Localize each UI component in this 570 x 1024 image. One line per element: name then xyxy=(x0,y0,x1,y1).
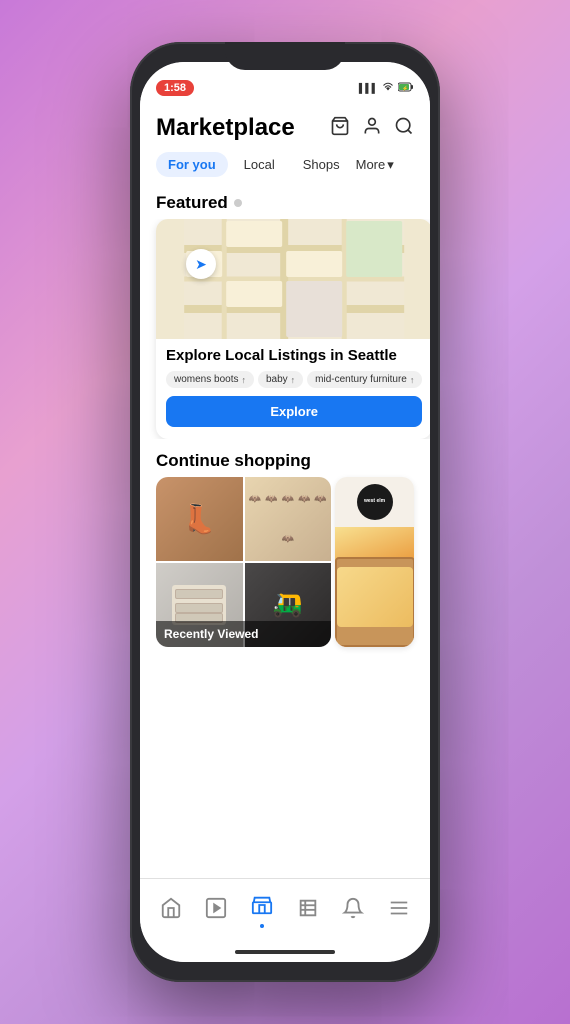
bat-icon-1: 🦇 xyxy=(249,494,261,505)
tab-more[interactable]: More ▾ xyxy=(356,157,394,173)
west-elm-logo-area: west elm xyxy=(335,477,414,527)
featured-header: Featured xyxy=(140,185,430,219)
west-elm-card[interactable]: west elm xyxy=(335,477,414,647)
tag-arrow-2-icon: ↑ xyxy=(291,375,296,385)
map-tags: womens boots ↑ baby ↑ mid-century furnit… xyxy=(166,371,422,388)
news-icon xyxy=(297,897,319,925)
phone-frame: 1:58 ▌▌▌ ⚡ xyxy=(130,42,440,982)
bat-icon-3: 🦇 xyxy=(282,494,294,505)
nav-notifications[interactable] xyxy=(334,893,372,929)
location-arrow-icon: ➤ xyxy=(195,256,207,273)
bottom-nav xyxy=(140,878,430,942)
recently-viewed-label: Recently Viewed xyxy=(156,621,331,647)
home-icon xyxy=(160,897,182,925)
phone-screen: 1:58 ▌▌▌ ⚡ xyxy=(140,62,430,962)
wifi-icon xyxy=(382,82,394,94)
tabs-bar: For you Local Shops More ▾ xyxy=(140,146,430,185)
chevron-down-icon: ▾ xyxy=(387,157,394,173)
play-icon xyxy=(205,897,227,925)
phone-notch xyxy=(225,42,345,70)
bat-icon-2: 🦇 xyxy=(265,494,277,505)
rv-cell-bats: 🦇 🦇 🦇 🦇 🦇 🦇 xyxy=(245,477,332,561)
content-area: Marketplace xyxy=(140,106,430,878)
home-bar xyxy=(235,950,335,954)
nav-active-dot xyxy=(260,924,264,928)
header-icons xyxy=(330,116,414,141)
tab-for-you[interactable]: For you xyxy=(156,152,228,177)
status-icons: ▌▌▌ ⚡ xyxy=(359,82,414,94)
svg-text:⚡: ⚡ xyxy=(402,85,408,92)
tag-arrow-3-icon: ↑ xyxy=(410,375,415,385)
tab-shops[interactable]: Shops xyxy=(291,152,352,177)
map-area: ➤ xyxy=(156,219,430,339)
status-time: 1:58 xyxy=(156,80,194,96)
west-elm-logo-text: west elm xyxy=(364,499,385,505)
stroller-icon: 🛺 xyxy=(273,591,303,620)
app-header: Marketplace xyxy=(140,106,430,146)
nav-marketplace[interactable] xyxy=(243,890,281,932)
bell-icon xyxy=(342,897,364,925)
west-elm-image xyxy=(335,527,414,647)
bat-icon-5: 🦇 xyxy=(314,494,326,505)
featured-scroll[interactable]: ➤ Explore Local Listings in Seattle wome… xyxy=(140,219,430,439)
cart-icon[interactable] xyxy=(330,116,350,141)
bat-icon-6: 🦇 xyxy=(282,534,294,545)
west-elm-logo: west elm xyxy=(357,484,393,520)
continue-shopping-header: Continue shopping xyxy=(140,439,430,477)
explore-button[interactable]: Explore xyxy=(166,396,422,427)
battery-icon: ⚡ xyxy=(398,82,414,94)
tag-furniture[interactable]: mid-century furniture ↑ xyxy=(307,371,422,388)
boots-icon: 👢 xyxy=(182,503,217,536)
profile-icon[interactable] xyxy=(362,116,382,141)
rv-cell-boots: 👢 xyxy=(156,477,243,561)
tag-baby[interactable]: baby ↑ xyxy=(258,371,303,388)
recently-viewed-card[interactable]: 👢 🦇 🦇 🦇 🦇 🦇 🦇 xyxy=(156,477,331,647)
map-card-title: Explore Local Listings in Seattle xyxy=(166,347,422,365)
bat-icon-4: 🦇 xyxy=(298,494,310,505)
tag-arrow-icon: ↑ xyxy=(241,375,246,385)
nav-news[interactable] xyxy=(289,893,327,929)
shopping-grid: 👢 🦇 🦇 🦇 🦇 🦇 🦇 xyxy=(140,477,430,655)
tag-womens-boots[interactable]: womens boots ↑ xyxy=(166,371,254,388)
nav-home[interactable] xyxy=(152,893,190,929)
map-card-content: Explore Local Listings in Seattle womens… xyxy=(156,339,430,435)
signal-icon: ▌▌▌ xyxy=(359,83,378,93)
page-title: Marketplace xyxy=(156,114,295,142)
map-card[interactable]: ➤ Explore Local Listings in Seattle wome… xyxy=(156,219,430,439)
nav-menu[interactable] xyxy=(380,893,418,929)
featured-dot xyxy=(234,199,242,207)
store-icon xyxy=(251,894,273,922)
home-indicator xyxy=(140,942,430,962)
nav-video[interactable] xyxy=(197,893,235,929)
map-pin: ➤ xyxy=(186,249,216,279)
bat-pattern: 🦇 🦇 🦇 🦇 🦇 🦇 xyxy=(245,477,332,561)
menu-icon xyxy=(388,897,410,925)
tab-local[interactable]: Local xyxy=(232,152,287,177)
search-icon[interactable] xyxy=(394,116,414,141)
